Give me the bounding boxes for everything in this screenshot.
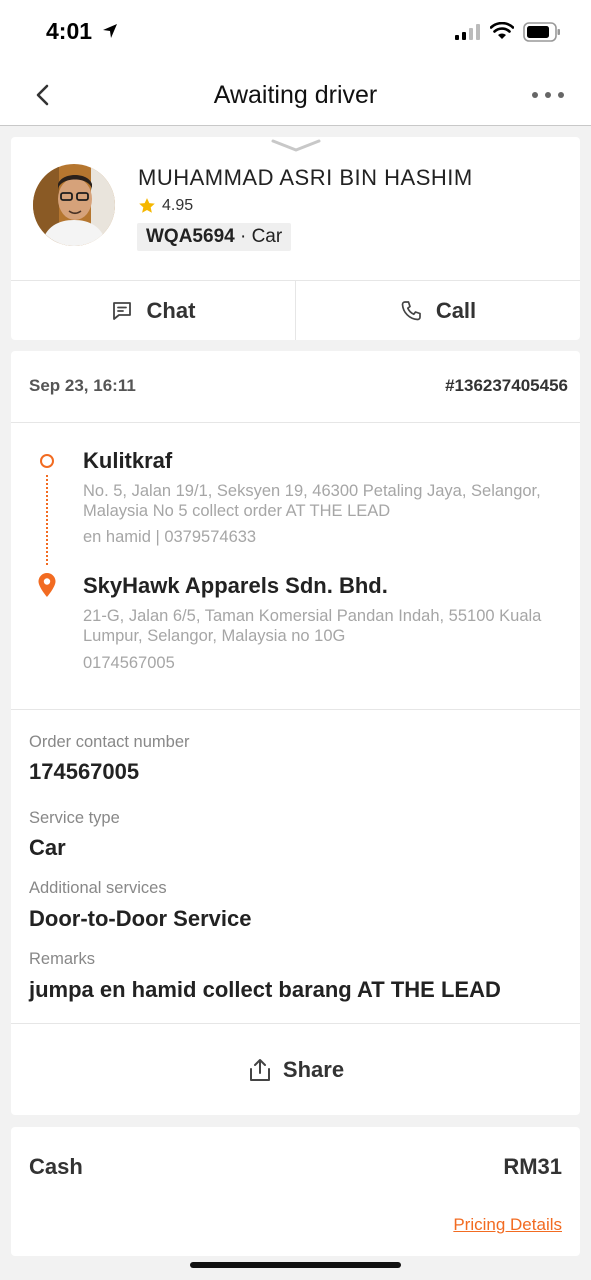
order-details-card: Sep 23, 16:11 #136237405456 Kulitkraf No… [11, 351, 580, 1115]
chat-icon [112, 301, 131, 320]
vehicle-type: · Car [239, 226, 283, 247]
call-label: Call [435, 297, 477, 323]
home-indicator [190, 1262, 401, 1268]
chat-label: Chat [146, 297, 196, 323]
additional-services-label: Additional services [29, 879, 167, 897]
payment-method: Cash [29, 1154, 83, 1179]
route-line [46, 475, 48, 565]
vehicle-plate-badge: WQA5694 · Car [137, 223, 292, 251]
share-button[interactable]: Share [11, 1024, 580, 1115]
share-label: Share [282, 1056, 345, 1082]
order-id: #136237405456 [445, 376, 568, 395]
signal-icon [455, 24, 480, 40]
order-header: Sep 23, 16:11 #136237405456 [11, 351, 580, 423]
collapse-handle-icon[interactable] [270, 138, 322, 154]
additional-services-value: Door-to-Door Service [29, 906, 252, 931]
battery-icon [523, 22, 560, 42]
driver-card: MUHAMMAD ASRI BIN HASHIM 4.95 WQA5694 · … [11, 137, 580, 340]
status-time: 4:01 [46, 18, 93, 44]
phone-icon [401, 300, 421, 320]
remarks-value: jumpa en hamid collect barang AT THE LEA… [29, 977, 501, 1002]
driver-avatar [33, 164, 115, 246]
share-icon [249, 1058, 270, 1081]
payment-card: Cash RM31 Pricing Details [11, 1127, 580, 1256]
service-type-value: Car [29, 835, 66, 860]
driver-name: MUHAMMAD ASRI BIN HASHIM [138, 165, 473, 190]
pickup-address: No. 5, Jalan 19/1, Seksyen 19, 46300 Pet… [83, 482, 541, 520]
service-type-label: Service type [29, 809, 120, 827]
location-arrow-icon [103, 24, 117, 38]
order-date: Sep 23, 16:11 [29, 376, 136, 395]
dropoff-address: 21-G, Jalan 6/5, Taman Komersial Pandan … [83, 607, 542, 645]
contact-actions: Chat Call [11, 280, 580, 340]
remarks-label: Remarks [29, 950, 96, 968]
payment-amount: RM31 [503, 1154, 562, 1179]
dropoff-name: SkyHawk Apparels Sdn. Bhd. [83, 573, 388, 598]
pricing-details-link[interactable]: Pricing Details [453, 1215, 562, 1235]
nav-bar: Awaiting driver [0, 64, 591, 126]
driver-rating: 4.95 [138, 197, 193, 215]
origin-dot-icon [40, 454, 54, 468]
star-icon [139, 198, 155, 213]
status-bar: 4:01 [0, 0, 591, 64]
destination-pin-icon [38, 573, 56, 597]
wifi-icon [490, 22, 514, 39]
pickup-name: Kulitkraf [83, 448, 173, 473]
page-title: Awaiting driver [213, 81, 378, 109]
contact-number-label: Order contact number [29, 733, 190, 751]
rating-value: 4.95 [162, 197, 194, 214]
contact-number-value: 174567005 [29, 759, 140, 784]
pickup-contact: en hamid | 0379574633 [83, 528, 257, 546]
call-button[interactable]: Call [295, 281, 580, 340]
more-dots-icon[interactable] [530, 88, 566, 102]
dropoff-contact: 0174567005 [83, 654, 175, 672]
chat-button[interactable]: Chat [11, 281, 295, 340]
plate-number: WQA5694 [146, 226, 235, 247]
divider [11, 709, 580, 710]
